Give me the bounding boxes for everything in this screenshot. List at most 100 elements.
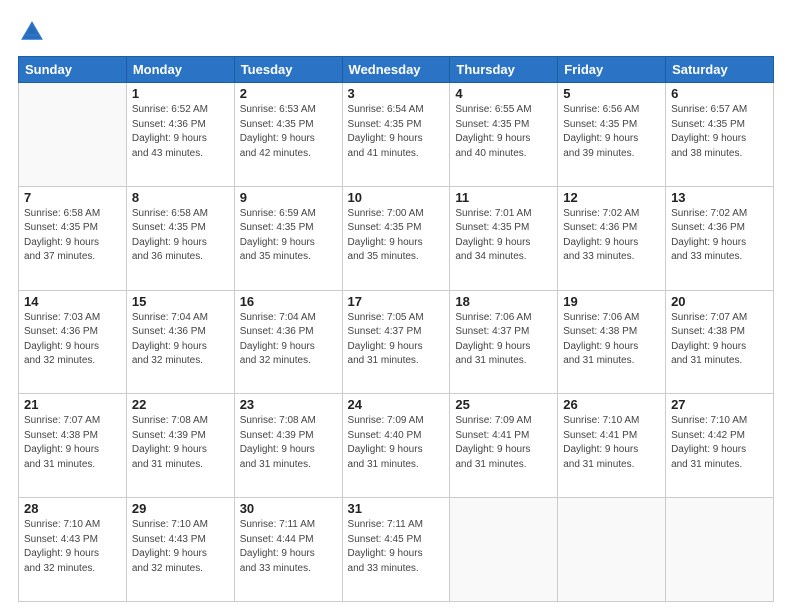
calendar-cell: 13 Sunrise: 7:02 AMSunset: 4:36 PMDayligh…: [666, 186, 774, 290]
day-number: 8: [132, 190, 229, 205]
day-number: 18: [455, 294, 552, 309]
calendar-cell: 1 Sunrise: 6:52 AMSunset: 4:36 PMDaylight…: [126, 83, 234, 187]
day-number: 19: [563, 294, 660, 309]
calendar-cell: 4 Sunrise: 6:55 AMSunset: 4:35 PMDaylight…: [450, 83, 558, 187]
weekday-header-monday: Monday: [126, 57, 234, 83]
logo-icon: [18, 18, 46, 46]
weekday-row: SundayMondayTuesdayWednesdayThursdayFrid…: [19, 57, 774, 83]
calendar-cell: 27Sunrise: 7:10 AMSunset: 4:42 PMDayligh…: [666, 394, 774, 498]
day-info: Sunrise: 7:04 AMSunset: 4:36 PMDaylight:…: [132, 311, 229, 369]
calendar-cell: 11 Sunrise: 7:01 AMSunset: 4:35 PMDayligh…: [450, 186, 558, 290]
calendar-cell: 24 Sunrise: 7:09 AMSunset: 4:40 PMDayligh…: [342, 394, 450, 498]
day-number: 6: [671, 86, 768, 101]
weekday-header-friday: Friday: [558, 57, 666, 83]
calendar-cell: 19Sunrise: 7:06 AMSunset: 4:38 PMDayligh…: [558, 290, 666, 394]
day-info: Sunrise: 7:10 AMSunset: 4:43 PMDaylight:…: [24, 518, 121, 576]
calendar-table: SundayMondayTuesdayWednesdayThursdayFrid…: [18, 56, 774, 602]
calendar-cell: 20Sunrise: 7:07 AMSunset: 4:38 PMDayligh…: [666, 290, 774, 394]
week-row-1: 1 Sunrise: 6:52 AMSunset: 4:36 PMDaylight…: [19, 83, 774, 187]
day-number: 11: [455, 190, 552, 205]
day-info: Sunrise: 7:04 AMSunset: 4:36 PMDaylight:…: [240, 311, 337, 369]
day-info: Sunrise: 7:01 AMSunset: 4:35 PMDaylight:…: [455, 207, 552, 265]
calendar-cell: 26 Sunrise: 7:10 AMSunset: 4:41 PMDayligh…: [558, 394, 666, 498]
weekday-header-saturday: Saturday: [666, 57, 774, 83]
day-number: 17: [348, 294, 445, 309]
logo: [18, 18, 50, 46]
day-info: Sunrise: 7:11 AMSunset: 4:44 PMDaylight:…: [240, 518, 337, 576]
calendar-cell: [558, 498, 666, 602]
calendar-cell: 17 Sunrise: 7:05 AMSunset: 4:37 PMDayligh…: [342, 290, 450, 394]
day-info: Sunrise: 6:55 AMSunset: 4:35 PMDaylight:…: [455, 103, 552, 161]
calendar-cell: 18 Sunrise: 7:06 AMSunset: 4:37 PMDayligh…: [450, 290, 558, 394]
calendar-cell: 12Sunrise: 7:02 AMSunset: 4:36 PMDayligh…: [558, 186, 666, 290]
day-info: Sunrise: 7:10 AMSunset: 4:41 PMDaylight:…: [563, 414, 660, 472]
calendar-cell: 29Sunrise: 7:10 AMSunset: 4:43 PMDayligh…: [126, 498, 234, 602]
day-number: 9: [240, 190, 337, 205]
day-info: Sunrise: 7:03 AMSunset: 4:36 PMDaylight:…: [24, 311, 121, 369]
day-number: 3: [348, 86, 445, 101]
calendar-cell: [19, 83, 127, 187]
calendar-cell: 16 Sunrise: 7:04 AMSunset: 4:36 PMDayligh…: [234, 290, 342, 394]
day-number: 15: [132, 294, 229, 309]
calendar-cell: 15 Sunrise: 7:04 AMSunset: 4:36 PMDayligh…: [126, 290, 234, 394]
day-number: 28: [24, 501, 121, 516]
day-info: Sunrise: 6:54 AMSunset: 4:35 PMDaylight:…: [348, 103, 445, 161]
day-info: Sunrise: 6:53 AMSunset: 4:35 PMDaylight:…: [240, 103, 337, 161]
day-info: Sunrise: 6:56 AMSunset: 4:35 PMDaylight:…: [563, 103, 660, 161]
calendar-cell: 25Sunrise: 7:09 AMSunset: 4:41 PMDayligh…: [450, 394, 558, 498]
page: SundayMondayTuesdayWednesdayThursdayFrid…: [0, 0, 792, 612]
week-row-2: 7 Sunrise: 6:58 AMSunset: 4:35 PMDaylight…: [19, 186, 774, 290]
calendar-cell: 30 Sunrise: 7:11 AMSunset: 4:44 PMDayligh…: [234, 498, 342, 602]
day-number: 23: [240, 397, 337, 412]
day-number: 21: [24, 397, 121, 412]
calendar-cell: 28 Sunrise: 7:10 AMSunset: 4:43 PMDayligh…: [19, 498, 127, 602]
calendar-cell: 6 Sunrise: 6:57 AMSunset: 4:35 PMDaylight…: [666, 83, 774, 187]
calendar-cell: 2 Sunrise: 6:53 AMSunset: 4:35 PMDaylight…: [234, 83, 342, 187]
day-info: Sunrise: 6:57 AMSunset: 4:35 PMDaylight:…: [671, 103, 768, 161]
day-info: Sunrise: 7:06 AMSunset: 4:37 PMDaylight:…: [455, 311, 552, 369]
day-info: Sunrise: 7:09 AMSunset: 4:41 PMDaylight:…: [455, 414, 552, 472]
calendar-cell: 7 Sunrise: 6:58 AMSunset: 4:35 PMDaylight…: [19, 186, 127, 290]
weekday-header-wednesday: Wednesday: [342, 57, 450, 83]
day-number: 13: [671, 190, 768, 205]
day-number: 24: [348, 397, 445, 412]
calendar-cell: [666, 498, 774, 602]
day-number: 4: [455, 86, 552, 101]
day-number: 7: [24, 190, 121, 205]
calendar-cell: 3 Sunrise: 6:54 AMSunset: 4:35 PMDaylight…: [342, 83, 450, 187]
day-info: Sunrise: 6:52 AMSunset: 4:36 PMDaylight:…: [132, 103, 229, 161]
calendar-cell: 21Sunrise: 7:07 AMSunset: 4:38 PMDayligh…: [19, 394, 127, 498]
day-info: Sunrise: 7:02 AMSunset: 4:36 PMDaylight:…: [671, 207, 768, 265]
header: [18, 18, 774, 46]
day-number: 20: [671, 294, 768, 309]
calendar-cell: 31Sunrise: 7:11 AMSunset: 4:45 PMDayligh…: [342, 498, 450, 602]
day-number: 5: [563, 86, 660, 101]
week-row-3: 14 Sunrise: 7:03 AMSunset: 4:36 PMDayligh…: [19, 290, 774, 394]
calendar-cell: [450, 498, 558, 602]
day-info: Sunrise: 7:10 AMSunset: 4:42 PMDaylight:…: [671, 414, 768, 472]
day-number: 29: [132, 501, 229, 516]
day-info: Sunrise: 6:58 AMSunset: 4:35 PMDaylight:…: [24, 207, 121, 265]
day-number: 1: [132, 86, 229, 101]
day-number: 22: [132, 397, 229, 412]
day-info: Sunrise: 7:00 AMSunset: 4:35 PMDaylight:…: [348, 207, 445, 265]
week-row-5: 28 Sunrise: 7:10 AMSunset: 4:43 PMDayligh…: [19, 498, 774, 602]
weekday-header-tuesday: Tuesday: [234, 57, 342, 83]
day-info: Sunrise: 6:59 AMSunset: 4:35 PMDaylight:…: [240, 207, 337, 265]
day-info: Sunrise: 7:05 AMSunset: 4:37 PMDaylight:…: [348, 311, 445, 369]
day-number: 30: [240, 501, 337, 516]
day-number: 14: [24, 294, 121, 309]
day-info: Sunrise: 7:09 AMSunset: 4:40 PMDaylight:…: [348, 414, 445, 472]
calendar-cell: 5 Sunrise: 6:56 AMSunset: 4:35 PMDaylight…: [558, 83, 666, 187]
calendar-cell: 10Sunrise: 7:00 AMSunset: 4:35 PMDayligh…: [342, 186, 450, 290]
day-number: 16: [240, 294, 337, 309]
weekday-header-thursday: Thursday: [450, 57, 558, 83]
day-number: 2: [240, 86, 337, 101]
calendar-cell: 9 Sunrise: 6:59 AMSunset: 4:35 PMDaylight…: [234, 186, 342, 290]
day-info: Sunrise: 7:08 AMSunset: 4:39 PMDaylight:…: [132, 414, 229, 472]
week-row-4: 21Sunrise: 7:07 AMSunset: 4:38 PMDayligh…: [19, 394, 774, 498]
calendar-cell: 23Sunrise: 7:08 AMSunset: 4:39 PMDayligh…: [234, 394, 342, 498]
calendar-body: 1 Sunrise: 6:52 AMSunset: 4:36 PMDaylight…: [19, 83, 774, 602]
day-number: 26: [563, 397, 660, 412]
day-info: Sunrise: 6:58 AMSunset: 4:35 PMDaylight:…: [132, 207, 229, 265]
